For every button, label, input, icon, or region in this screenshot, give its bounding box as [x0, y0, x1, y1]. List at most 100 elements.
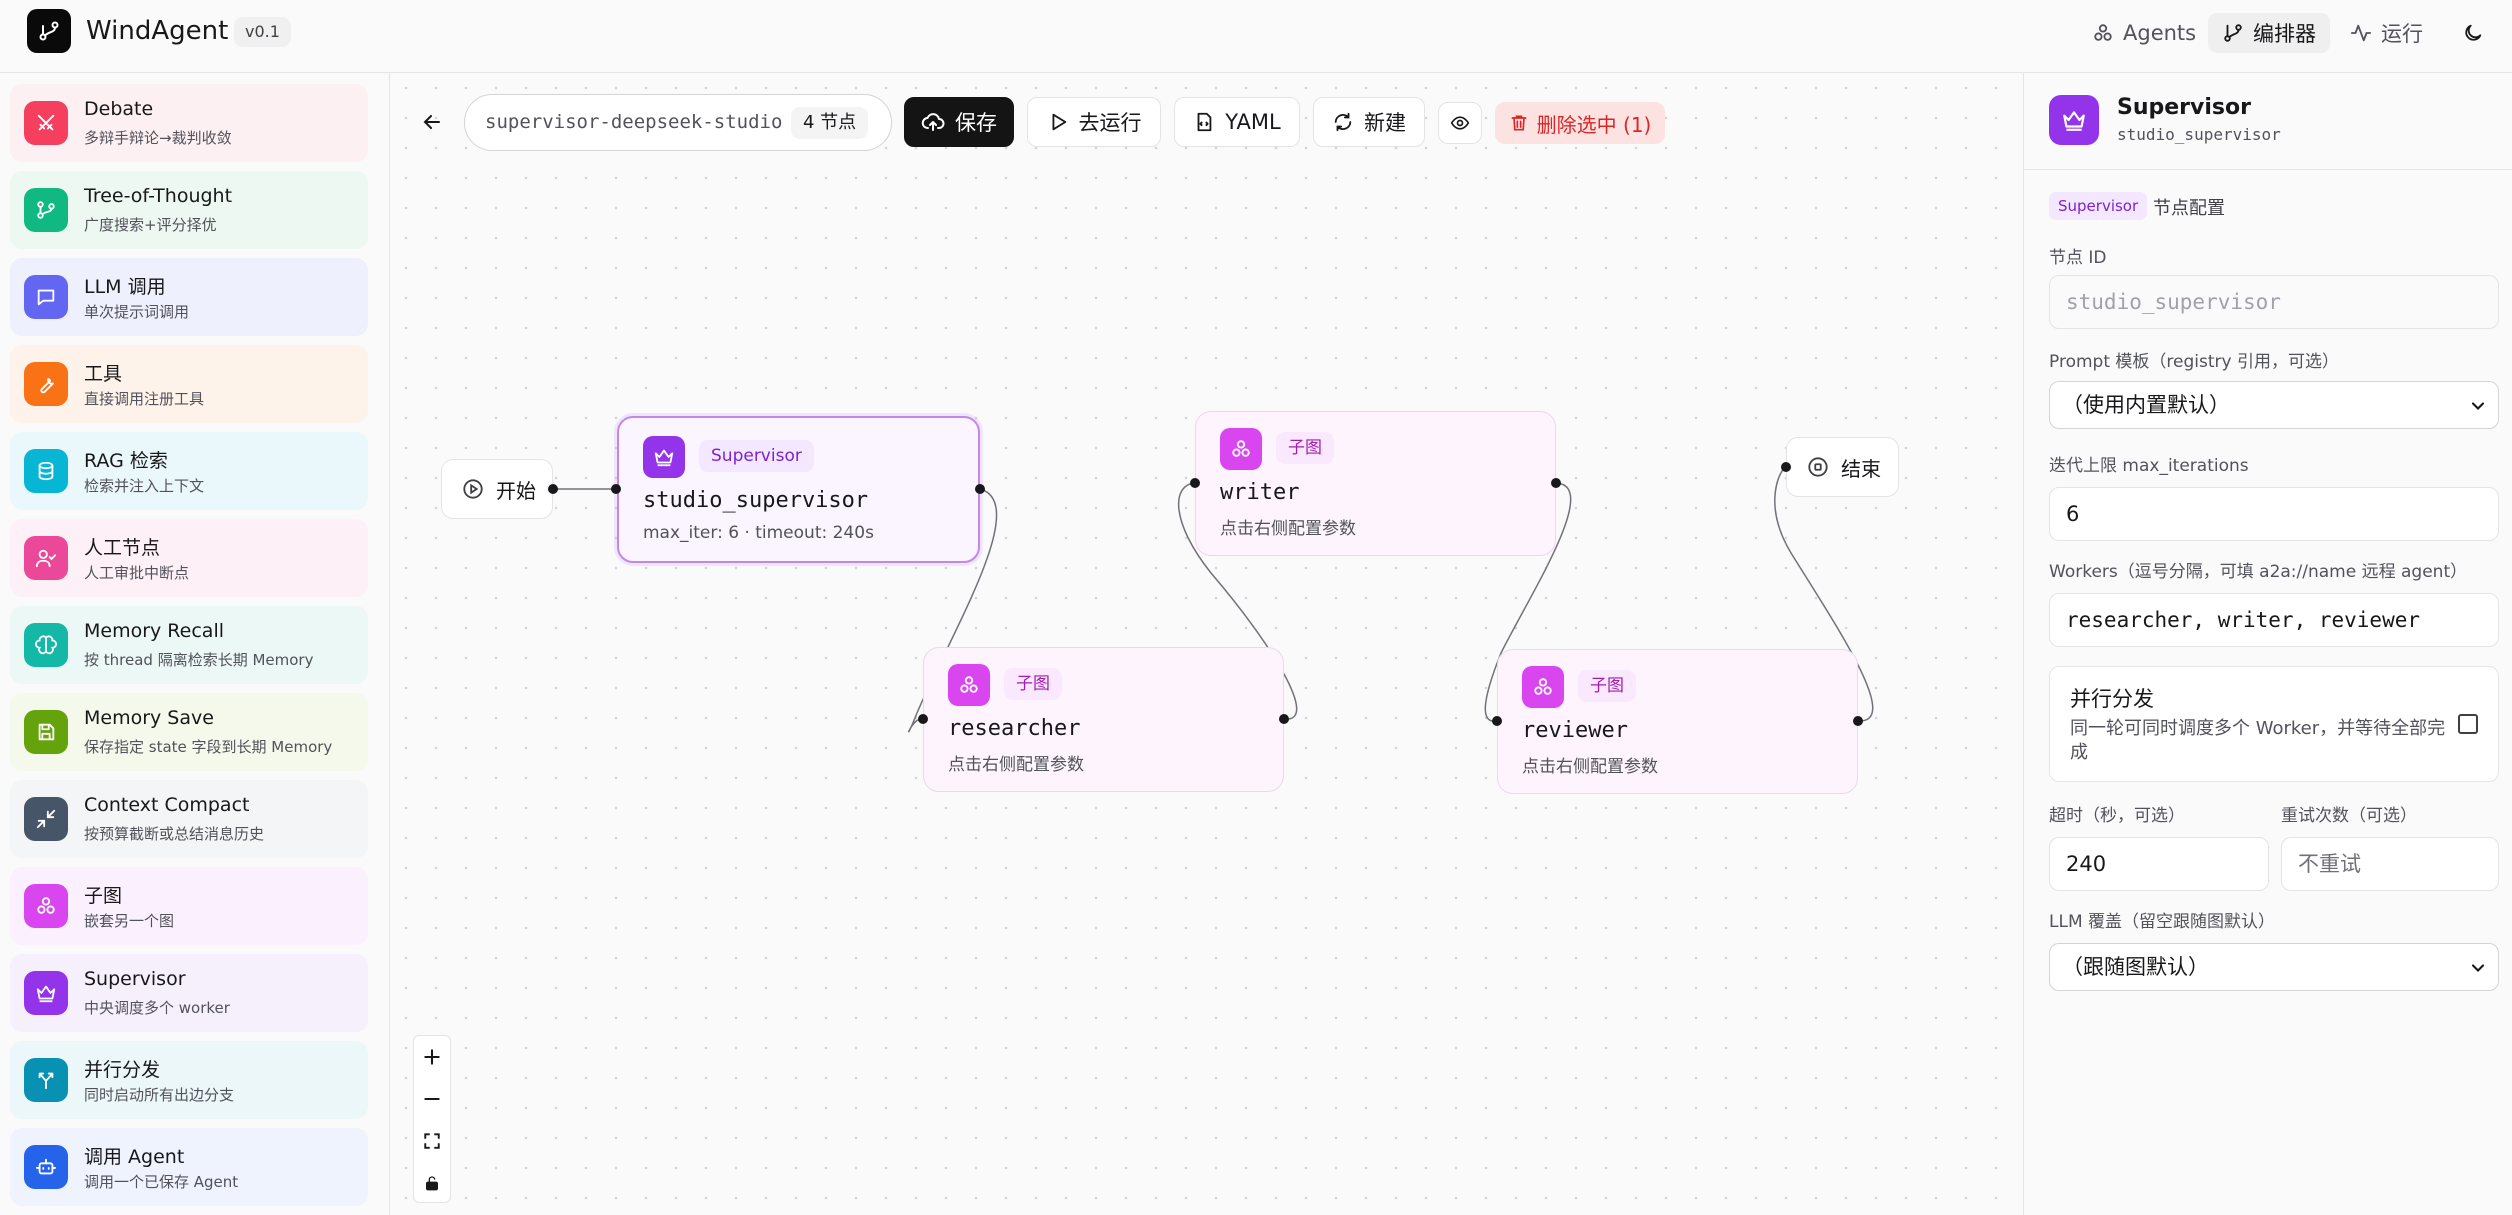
- end-node[interactable]: 结束: [1786, 437, 1899, 497]
- lock-icon: [426, 1175, 438, 1190]
- node-supervisor[interactable]: Supervisor studio_supervisor max_iter: 6…: [617, 416, 980, 563]
- end-label: 结束: [1841, 456, 1881, 481]
- palette-item-subtitle: 人工审批中断点: [84, 564, 190, 582]
- split-icon: [24, 1058, 68, 1102]
- prompt-select[interactable]: （使用内置默认）: [2049, 381, 2499, 429]
- palette-item-title: Memory Save: [84, 707, 214, 729]
- node-type-badge: 子图: [1276, 432, 1334, 464]
- subgraph-icon: [948, 664, 990, 706]
- reviewer-output-handle[interactable]: [1853, 716, 1863, 726]
- writer-output-handle[interactable]: [1551, 478, 1561, 488]
- palette-item-title: 调用 Agent: [84, 1146, 185, 1168]
- nav-run[interactable]: 运行: [2336, 13, 2437, 53]
- start-output-handle[interactable]: [548, 484, 558, 494]
- node-title: studio_supervisor: [643, 488, 869, 513]
- palette-item-parallel[interactable]: 并行分发 同时启动所有出边分支: [10, 1041, 368, 1119]
- subgraph-icon: [1522, 666, 1564, 708]
- palette-item-title: Debate: [84, 98, 154, 120]
- llm-override-label: LLM 覆盖（留空跟随图默认）: [2049, 912, 2276, 932]
- minus-icon: [424, 1097, 440, 1100]
- retry-field[interactable]: 不重试: [2281, 837, 2499, 891]
- palette-item-debate[interactable]: Debate 多辩手辩论→裁判收敛: [10, 84, 368, 162]
- start-node[interactable]: 开始: [441, 459, 553, 519]
- palette-item-human[interactable]: 人工节点 人工审批中断点: [10, 519, 368, 597]
- zoom-in-button[interactable]: [414, 1036, 450, 1077]
- palette-item-title: 工具: [84, 363, 123, 385]
- supervisor-output-handle[interactable]: [975, 484, 985, 494]
- reviewer-input-handle[interactable]: [1492, 716, 1502, 726]
- palette-item-memory-recall[interactable]: Memory Recall 按 thread 隔离检索长期 Memory: [10, 606, 368, 684]
- node-title: writer: [1220, 480, 1300, 505]
- app-logo[interactable]: [27, 9, 71, 53]
- palette-item-rag[interactable]: RAG 检索 检索并注入上下文: [10, 432, 368, 510]
- researcher-output-handle[interactable]: [1279, 714, 1289, 724]
- palette-item-subtitle: 检索并注入上下文: [84, 477, 205, 495]
- max-iter-label: 迭代上限 max_iterations: [2049, 456, 2249, 476]
- node-researcher[interactable]: 子图 researcher 点击右侧配置参数: [923, 647, 1284, 792]
- palette-item-tree-of-thought[interactable]: Tree-of-Thought 广度搜索+评分择优: [10, 171, 368, 249]
- fit-view-icon: [424, 1132, 440, 1149]
- llm-override-select[interactable]: （跟随图默认）: [2049, 943, 2499, 991]
- nav-agents[interactable]: Agents: [2078, 13, 2210, 53]
- palette-item-llm[interactable]: LLM 调用 单次提示词调用: [10, 258, 368, 336]
- shrink-icon: [24, 797, 68, 841]
- palette-item-subgraph[interactable]: 子图 嵌套另一个图: [10, 867, 368, 945]
- palette-item-subtitle: 嵌套另一个图: [84, 912, 175, 930]
- timeout-field[interactable]: 240: [2049, 837, 2269, 891]
- end-input-handle[interactable]: [1781, 462, 1791, 472]
- parallel-option[interactable]: 并行分发 同一轮可同时调度多个 Worker，并等待全部完成: [2049, 666, 2499, 782]
- nav-agents-label: Agents: [2123, 21, 2197, 45]
- nav-orchestrator[interactable]: 编排器: [2208, 13, 2330, 53]
- parallel-checkbox[interactable]: [2458, 714, 2478, 734]
- palette-item-title: Context Compact: [84, 794, 250, 816]
- supervisor-input-handle[interactable]: [611, 484, 621, 494]
- app-header: WindAgent v0.1 Agents 编排器 运行: [0, 0, 2512, 73]
- node-config-panel: Supervisor studio_supervisor Supervisor …: [2023, 73, 2512, 1215]
- branch-icon: [39, 21, 59, 41]
- save-icon: [24, 710, 68, 754]
- panel-title: Supervisor: [2117, 95, 2251, 120]
- palette-item-title: 子图: [84, 885, 123, 907]
- palette-item-tool[interactable]: 工具 直接调用注册工具: [10, 345, 368, 423]
- node-id-field[interactable]: studio_supervisor: [2049, 275, 2499, 329]
- prompt-label: Prompt 模板（registry 引用，可选）: [2049, 352, 2339, 372]
- palette-item-subtitle: 按 thread 隔离检索长期 Memory: [84, 651, 314, 669]
- fit-view-button[interactable]: [414, 1120, 450, 1161]
- timeout-label: 超时（秒，可选）: [2049, 806, 2185, 826]
- palette-item-subtitle: 调用一个已保存 Agent: [84, 1173, 239, 1191]
- moon-icon: [2465, 24, 2482, 41]
- node-reviewer[interactable]: 子图 reviewer 点击右侧配置参数: [1497, 649, 1858, 794]
- play-circle-icon: [463, 479, 483, 499]
- divider: [2024, 169, 2512, 170]
- node-subtitle: 点击右侧配置参数: [948, 755, 1084, 775]
- palette-item-memory-save[interactable]: Memory Save 保存指定 state 字段到长期 Memory: [10, 693, 368, 771]
- researcher-input-handle[interactable]: [918, 714, 928, 724]
- node-palette: Debate 多辩手辩论→裁判收敛 Tree-of-Thought 广度搜索+评…: [0, 73, 390, 1215]
- node-writer[interactable]: 子图 writer 点击右侧配置参数: [1195, 411, 1556, 556]
- palette-item-subtitle: 直接调用注册工具: [84, 390, 205, 408]
- max-iter-field[interactable]: 6: [2049, 487, 2499, 541]
- palette-item-supervisor[interactable]: Supervisor 中央调度多个 worker: [10, 954, 368, 1032]
- node-id-label: 节点 ID: [2049, 248, 2107, 268]
- palette-item-context-compact[interactable]: Context Compact 按预算截断或总结消息历史: [10, 780, 368, 858]
- palette-item-title: Supervisor: [84, 968, 186, 990]
- lock-button[interactable]: [414, 1162, 450, 1203]
- node-subtitle: 点击右侧配置参数: [1220, 519, 1356, 539]
- palette-item-subtitle: 同时启动所有出边分支: [84, 1086, 235, 1104]
- palette-item-subtitle: 广度搜索+评分择优: [84, 216, 217, 234]
- writer-input-handle[interactable]: [1190, 478, 1200, 488]
- palette-item-subtitle: 中央调度多个 worker: [84, 999, 230, 1017]
- workers-field[interactable]: researcher, writer, reviewer: [2049, 593, 2499, 647]
- parallel-description: 同一轮可同时调度多个 Worker，并等待全部完成: [2070, 718, 2446, 763]
- crown-icon: [643, 436, 685, 478]
- subgraph-icon: [1220, 428, 1262, 470]
- node-title: reviewer: [1522, 718, 1628, 743]
- graph-canvas[interactable]: supervisor-deepseek-studio 4 节点 保存 去运行 Y…: [391, 73, 2022, 1215]
- parallel-title: 并行分发: [2070, 687, 2154, 711]
- zoom-out-button[interactable]: [414, 1078, 450, 1119]
- palette-item-call-agent[interactable]: 调用 Agent 调用一个已保存 Agent: [10, 1128, 368, 1206]
- app-title: WindAgent: [86, 16, 229, 46]
- agents-icon: [2094, 24, 2112, 41]
- theme-toggle[interactable]: [2448, 13, 2498, 53]
- nav-orchestrator-label: 编排器: [2253, 22, 2316, 46]
